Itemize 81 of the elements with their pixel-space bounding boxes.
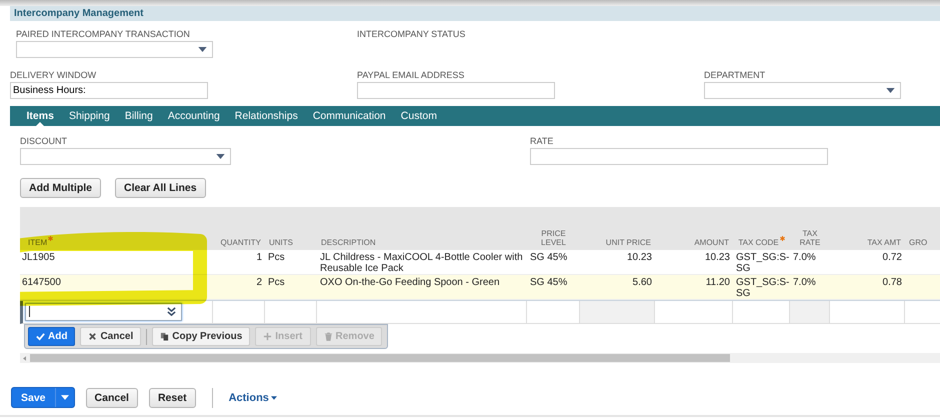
table-cell: 1 bbox=[256, 252, 262, 263]
table-cell: 2 bbox=[256, 277, 262, 288]
table-cell: 7.0% bbox=[793, 252, 816, 263]
dropdown-field[interactable] bbox=[16, 41, 213, 58]
table-cell: Pcs bbox=[268, 252, 285, 263]
double-chevron-icon bbox=[167, 307, 176, 316]
table-cell: SG 45% bbox=[530, 277, 568, 288]
trash-icon bbox=[324, 332, 333, 341]
table-row[interactable]: 6147500 2 Pcs OXO On-the-Go Feeding Spoon - Green SG 45% 5.60 11.20 GST_SG:S-SG 7.0% 0.78 bbox=[20, 275, 940, 300]
text-field[interactable] bbox=[357, 82, 555, 99]
dropdown-field[interactable] bbox=[704, 82, 901, 99]
column-header: PRICE LEVEL bbox=[540, 229, 567, 247]
list-button[interactable]: Clear All Lines bbox=[115, 178, 206, 198]
table-cell: 10.23 bbox=[704, 252, 730, 263]
table-cell: 10.23 bbox=[626, 252, 652, 263]
tab[interactable]: Accounting bbox=[160, 106, 228, 126]
text-field[interactable] bbox=[530, 148, 828, 165]
field-label: INTERCOMPANY STATUS bbox=[357, 29, 466, 40]
field-label: RATE bbox=[530, 136, 554, 147]
table-cell: 5.60 bbox=[632, 277, 652, 288]
tab[interactable]: Relationships bbox=[227, 106, 306, 126]
table-row[interactable]: JL1905 1 Pcs JL Childress - MaxiCOOL 4-Bottle Cooler with Reusable Ice Pack SG 45% 10.23 10.23 GST_SG:S-SG 7.0% 0.72 bbox=[20, 250, 940, 275]
field-label: PAYPAL EMAIL ADDRESS bbox=[357, 70, 466, 81]
table-cell: 0.78 bbox=[882, 277, 902, 288]
actions-menu-link[interactable]: Actions bbox=[228, 392, 277, 404]
column-header: UNIT PRICE bbox=[606, 238, 651, 247]
field-label: PAIRED INTERCOMPANY TRANSACTION bbox=[16, 29, 191, 40]
column-header: TAX CODE bbox=[738, 238, 779, 247]
table-cell: JL1905 bbox=[22, 252, 55, 263]
line-action-button[interactable]: Cancel bbox=[80, 327, 142, 346]
tab[interactable]: Custom bbox=[393, 106, 444, 126]
dropdown-arrow-icon bbox=[198, 47, 207, 52]
table-cell: 6147500 bbox=[22, 277, 61, 288]
table-cell: GST_SG:S-SG bbox=[736, 252, 790, 274]
table-cell[interactable] bbox=[790, 301, 830, 324]
column-header: AMOUNT bbox=[694, 238, 729, 247]
caret-icon bbox=[270, 396, 277, 400]
column-header: DESCRIPTION bbox=[321, 238, 376, 247]
list-button[interactable]: Add Multiple bbox=[20, 178, 101, 198]
table-cell: GST_SG:S-SG bbox=[736, 277, 790, 299]
dropdown-arrow-icon bbox=[216, 154, 225, 159]
column-header: TAX RATE bbox=[798, 229, 822, 247]
column-header: ITEM bbox=[28, 238, 48, 247]
table-cell: 0.72 bbox=[882, 252, 902, 263]
table-cell: 7.0% bbox=[793, 277, 816, 288]
horizontal-scrollbar[interactable] bbox=[20, 353, 940, 363]
table-cell[interactable] bbox=[655, 301, 733, 324]
close-icon bbox=[88, 332, 98, 341]
line-action-button[interactable]: Add bbox=[28, 327, 76, 346]
copy-icon bbox=[160, 332, 170, 341]
caret-icon bbox=[60, 395, 69, 400]
section-title: Intercompany Management bbox=[14, 8, 144, 19]
text-field[interactable]: Business Hours: bbox=[10, 82, 208, 99]
footer-button[interactable]: Reset bbox=[148, 388, 196, 408]
scrollbar-thumb[interactable] bbox=[30, 354, 730, 362]
column-header: TAX AMT bbox=[867, 238, 901, 247]
line-action-button[interactable]: Copy Previous bbox=[152, 327, 250, 346]
table-cell[interactable] bbox=[830, 301, 905, 324]
table-cell: SG 45% bbox=[530, 252, 568, 263]
footer-button[interactable]: Cancel bbox=[86, 388, 138, 408]
tab[interactable]: Items bbox=[19, 106, 62, 126]
field-label: DEPARTMENT bbox=[704, 70, 766, 81]
column-header: GRO bbox=[909, 238, 928, 247]
dropdown-arrow-icon bbox=[886, 88, 895, 93]
table-cell: Pcs bbox=[268, 277, 285, 288]
save-split-button[interactable]: Save bbox=[11, 387, 75, 408]
table-cell: 11.20 bbox=[706, 277, 730, 288]
table-cell: JL Childress - MaxiCOOL 4-Bottle Cooler with Reusable Ice Pack bbox=[320, 252, 523, 274]
column-header: UNITS bbox=[269, 238, 293, 247]
tab[interactable]: Communication bbox=[305, 106, 394, 126]
check-icon bbox=[36, 332, 45, 341]
field-label: DELIVERY WINDOW bbox=[10, 70, 98, 81]
field-label: DISCOUNT bbox=[20, 136, 68, 147]
table-cell: OXO On-the-Go Feeding Spoon - Green bbox=[320, 277, 500, 288]
plus-icon bbox=[263, 332, 272, 341]
column-header: QUANTITY bbox=[220, 238, 261, 247]
dropdown-field[interactable] bbox=[20, 148, 231, 165]
table-cell[interactable] bbox=[580, 301, 655, 324]
scroll-left-arrow-icon bbox=[23, 356, 26, 360]
tab[interactable]: Shipping bbox=[61, 106, 118, 126]
tab[interactable]: Billing bbox=[117, 106, 160, 126]
